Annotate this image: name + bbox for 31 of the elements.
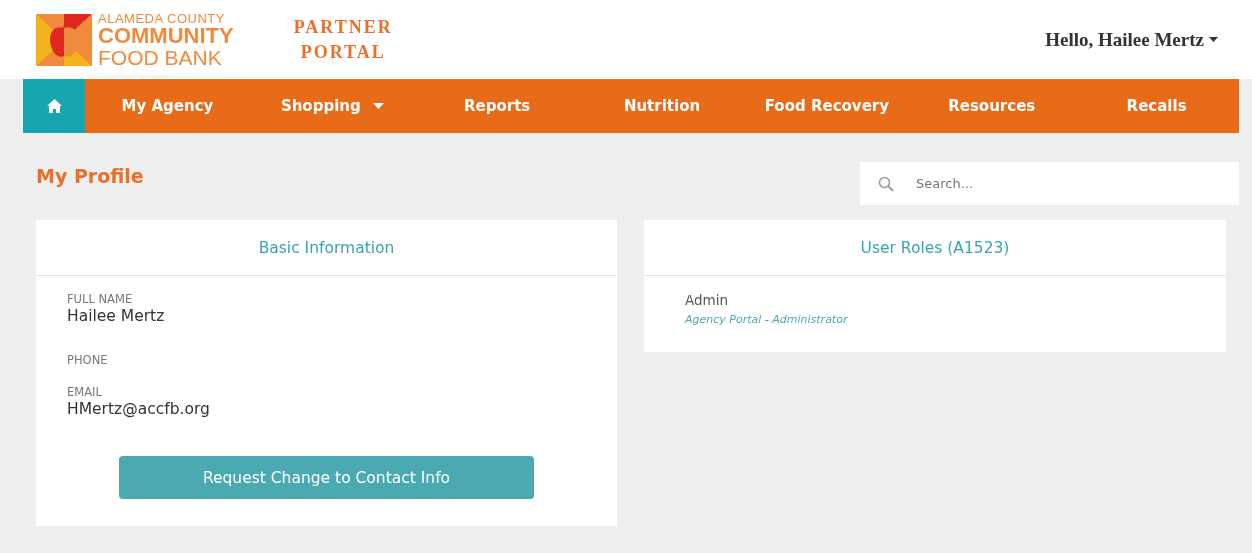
logo-icon xyxy=(36,13,92,66)
user-menu[interactable]: Hello, Hailee Mertz xyxy=(1045,28,1218,51)
home-tab[interactable] xyxy=(23,79,85,133)
role-name: Admin xyxy=(685,292,730,308)
field-value: Hailee Mertz xyxy=(67,307,166,325)
portal-title: PORTAL xyxy=(300,40,386,64)
field-label: EMAIL xyxy=(67,385,103,399)
card-title: Basic Information xyxy=(258,238,395,257)
logo-text: FOOD BANK xyxy=(98,46,223,68)
nav-link[interactable]: My Agency xyxy=(85,79,250,133)
role-description: Agency Portal - Administrator xyxy=(685,313,849,326)
search-icon xyxy=(878,176,894,192)
card-title: User Roles (A1523) xyxy=(860,238,1010,257)
nav-link[interactable]: Food Recovery xyxy=(744,79,910,133)
field-label: FULL NAME xyxy=(67,292,134,306)
nav-link[interactable]: Recalls xyxy=(1074,79,1239,133)
logo-text: ALAMEDA COUNTY xyxy=(98,11,226,25)
caret-icon xyxy=(372,103,384,109)
page-title: My Profile xyxy=(36,164,144,187)
field-label: PHONE xyxy=(67,353,109,367)
request-change-button[interactable]: Request Change to Contact Info xyxy=(119,456,534,499)
nav-link[interactable]: Reports xyxy=(414,79,580,133)
home-icon xyxy=(46,99,62,113)
caret-icon xyxy=(1209,37,1218,42)
nav-link[interactable]: Shopping xyxy=(249,79,415,133)
nav-link[interactable]: Resources xyxy=(909,79,1075,133)
field-value: HMertz@accfb.org xyxy=(67,400,211,418)
portal-title: PARTNER xyxy=(293,15,393,39)
logo-text: COMMUNITY xyxy=(98,24,234,47)
nav-link[interactable]: Nutrition xyxy=(579,79,745,133)
search-field[interactable]: Search... xyxy=(860,162,1239,205)
